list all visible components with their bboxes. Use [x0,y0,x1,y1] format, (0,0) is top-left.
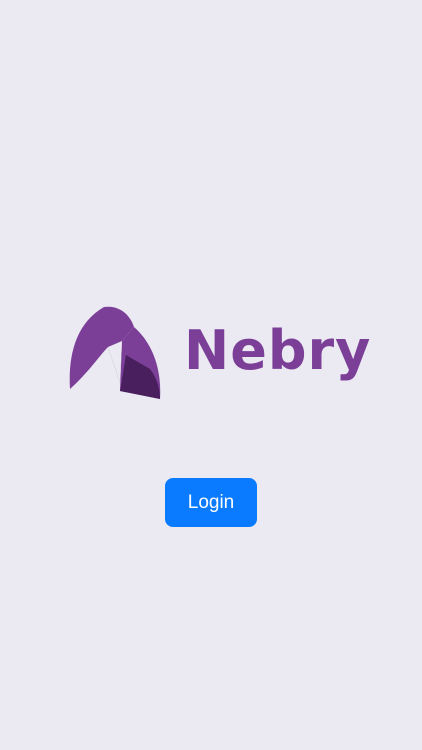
app-logo: Nebry [68,305,370,405]
brand-name: Nebry [184,319,372,382]
nebry-arch-icon [69,306,161,399]
login-button[interactable]: Login [165,478,257,527]
